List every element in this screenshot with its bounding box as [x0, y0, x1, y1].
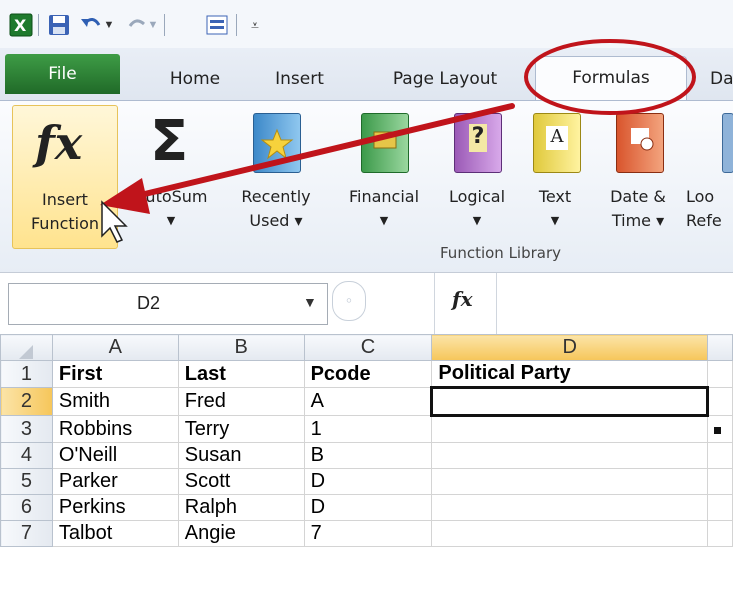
annotation-overlay [100, 39, 696, 243]
annotation-arrow-shaft [125, 103, 515, 201]
highlight-ellipse [524, 39, 696, 115]
